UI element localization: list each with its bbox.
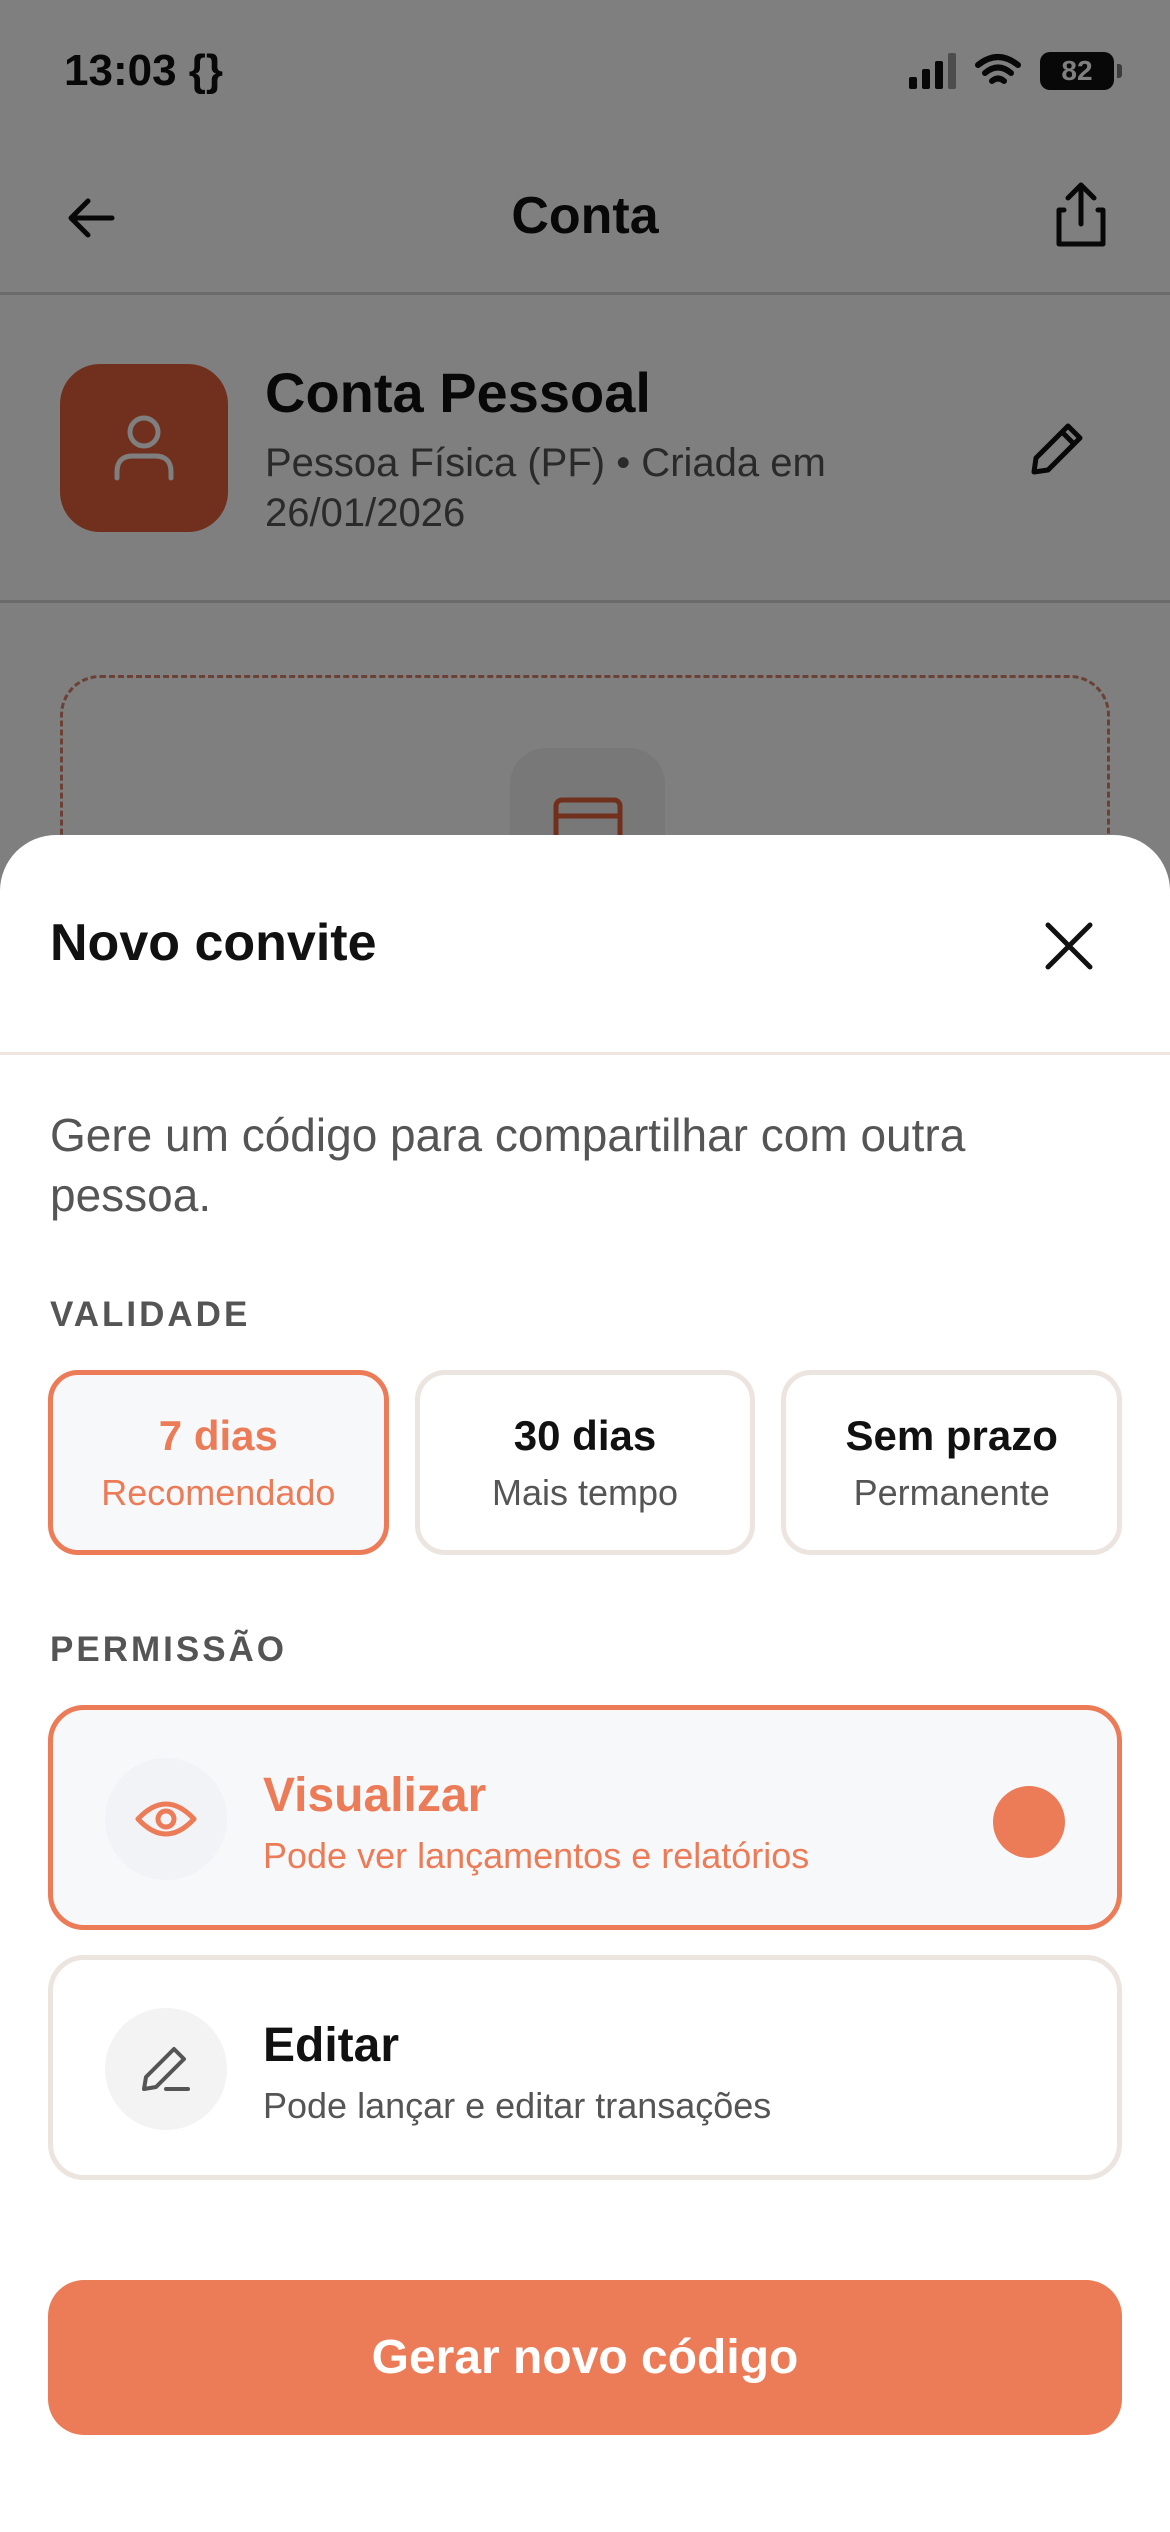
validity-options: 7 dias Recomendado 30 dias Mais tempo Se… (48, 1370, 1123, 1555)
validity-option-7-days[interactable]: 7 dias Recomendado (48, 1370, 389, 1555)
permission-subtitle: Pode ver lançamentos e relatórios (263, 1835, 810, 1876)
close-icon[interactable] (1040, 917, 1098, 975)
permission-title: Editar (263, 2019, 400, 2072)
validity-option-title: Sem prazo (845, 1411, 1058, 1459)
validity-option-30-days[interactable]: 30 dias Mais tempo (414, 1370, 756, 1555)
pencil-line-icon (142, 2047, 190, 2091)
validity-option-subtitle: Recomendado (101, 1471, 336, 1513)
validity-option-no-expiry[interactable]: Sem prazo Permanente (781, 1370, 1123, 1555)
validity-option-subtitle: Mais tempo (491, 1471, 679, 1513)
generate-code-button[interactable]: Gerar novo código (48, 2280, 1122, 2435)
eye-icon-container (105, 1758, 227, 1880)
pencil-line-icon-container (105, 2008, 227, 2130)
validity-option-subtitle: Permanente (853, 1471, 1050, 1513)
sheet-description: Gere um código para compartilhar com out… (50, 1109, 966, 1221)
permission-section-label: PERMISSÃO (50, 1630, 288, 1669)
permission-option-view[interactable]: Visualizar Pode ver lançamentos e relató… (48, 1705, 1122, 1930)
validity-option-title: 30 dias (513, 1411, 657, 1459)
sheet-header: Novo convite (0, 835, 1170, 1055)
permission-title: Visualizar (263, 1769, 487, 1822)
eye-icon (135, 1801, 197, 1837)
validity-section-label: VALIDADE (50, 1295, 251, 1334)
validity-option-title: 7 dias (158, 1411, 278, 1459)
invite-bottom-sheet: Novo convite Gere um código para compart… (0, 835, 1170, 2532)
permission-option-edit[interactable]: Editar Pode lançar e editar transações (48, 1955, 1122, 2180)
sheet-title: Novo convite (50, 914, 377, 972)
permission-subtitle: Pode lançar e editar transações (263, 2085, 772, 2126)
selected-radio-indicator (993, 1786, 1065, 1858)
